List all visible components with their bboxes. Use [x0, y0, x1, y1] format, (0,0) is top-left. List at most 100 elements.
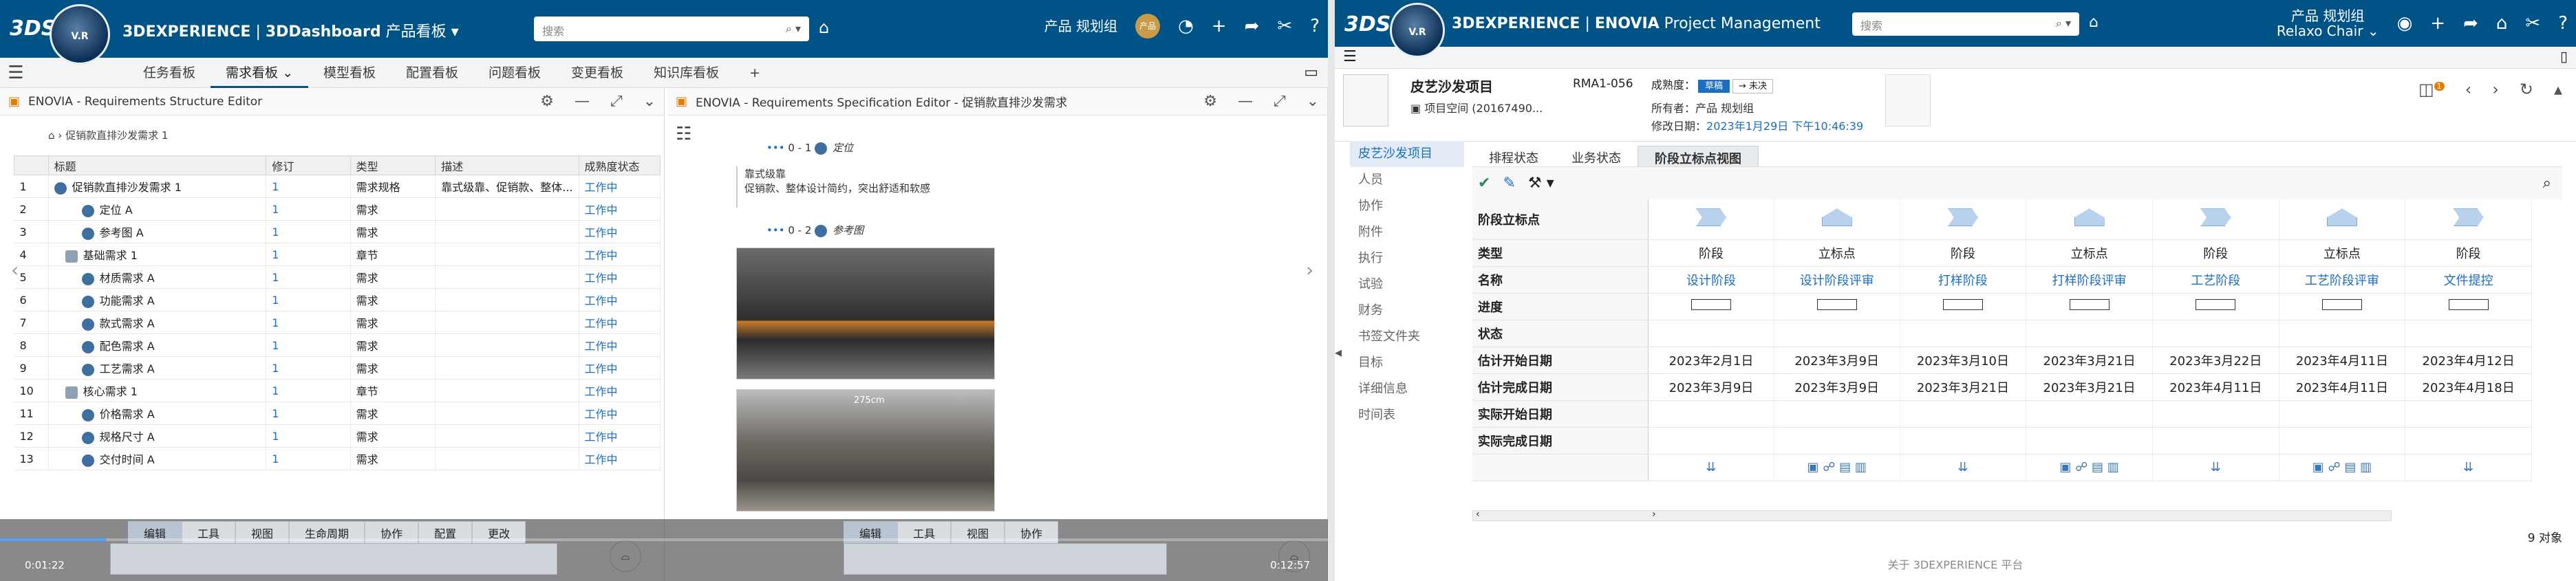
tab-1[interactable]: 需求看板 ⌄	[211, 58, 308, 88]
phase-icon[interactable]	[2200, 208, 2231, 227]
table-row[interactable]: 5 材质需求 A 1 需求 工作中	[14, 265, 661, 289]
secondary-thumbnail[interactable]	[1885, 74, 1931, 127]
chevron-down-icon[interactable]: ⌄	[1307, 93, 1319, 110]
search-icon[interactable]: ⌕ ▾	[2056, 17, 2071, 30]
search-icon[interactable]: ⌕	[2543, 175, 2551, 192]
name-cell[interactable]: 工艺阶段	[2152, 266, 2279, 294]
spec-item-2[interactable]: ••• 0 - 2 参考图	[766, 223, 863, 237]
refresh-icon[interactable]: ↻	[2520, 80, 2533, 99]
compass-button[interactable]: V.R	[50, 4, 110, 65]
collapse-up-icon[interactable]: ▴	[2554, 80, 2562, 99]
sidenav-item-4[interactable]: 执行	[1350, 245, 1464, 272]
gate-icon[interactable]	[2074, 208, 2105, 227]
add-tab-icon[interactable]: +	[734, 58, 775, 88]
tab-4[interactable]: 问题看板	[473, 58, 556, 88]
tools-icon[interactable]: ✂	[2525, 13, 2540, 34]
table-row[interactable]: 9 工艺需求 A 1 需求 工作中	[14, 356, 661, 380]
horizontal-scrollbar[interactable]: ‹ ›	[1472, 509, 2392, 521]
chevron-left-icon[interactable]: ‹	[11, 259, 19, 281]
actions-cell[interactable]: ⇊	[2152, 454, 2279, 481]
previous-icon[interactable]: ‹	[2465, 80, 2472, 99]
breadcrumb[interactable]: ⌂ › 促销款直排沙发需求 1	[48, 128, 168, 142]
gate-icon[interactable]	[2326, 208, 2357, 227]
col-title[interactable]: 标题	[47, 155, 267, 175]
search-input[interactable]: 搜索 ⌕ ▾	[534, 17, 809, 41]
phase-icon[interactable]	[1947, 208, 1978, 227]
tools-icon[interactable]: ✂	[1277, 16, 1292, 36]
avatar[interactable]: 产品	[1135, 14, 1161, 39]
sidenav-item-10[interactable]: 时间表	[1350, 402, 1464, 428]
next-icon[interactable]: ›	[2492, 80, 2499, 99]
menu-icon[interactable]: ☰	[1343, 48, 1357, 65]
actions-cell[interactable]: ▣ ☍ ▤ ▥	[2026, 454, 2153, 481]
approve-icon[interactable]: ✔	[1478, 175, 1490, 192]
add-icon[interactable]: +	[1212, 16, 1227, 36]
list-icon[interactable]: ☷	[676, 124, 691, 144]
table-row[interactable]: 11 价格需求 A 1 需求 工作中	[14, 402, 661, 425]
footer-link[interactable]: 关于 3DEXPERIENCE 平台	[1335, 556, 2576, 572]
notification-icon[interactable]: ◔	[1178, 16, 1194, 36]
tab-6[interactable]: 知识库看板	[638, 58, 734, 88]
tag-icon[interactable]: ⌂	[2089, 14, 2099, 31]
search-input[interactable]: 搜索 ⌕ ▾	[1852, 12, 2079, 36]
sidenav-item-5[interactable]: 试验	[1350, 272, 1464, 298]
phase-icon[interactable]	[2453, 208, 2484, 227]
col-desc[interactable]: 描述	[435, 155, 579, 175]
scroll-left-icon[interactable]: ‹	[1476, 509, 1480, 520]
chevron-right-icon[interactable]: ›	[1306, 259, 1313, 281]
user-settings-icon[interactable]: ⚙	[1203, 93, 1217, 110]
tab-2[interactable]: 模型看板	[308, 58, 391, 88]
tab-3[interactable]: 配置看板	[391, 58, 473, 88]
actions-cell[interactable]: ▣ ☍ ▤ ▥	[2279, 454, 2406, 481]
name-cell[interactable]: 设计阶段评审	[1774, 266, 1900, 294]
gate-icon[interactable]	[1821, 208, 1852, 227]
sidenav-item-1[interactable]: 人员	[1350, 167, 1464, 193]
maturity-state[interactable]: 草稿	[1698, 80, 1730, 93]
chat-icon[interactable]: ▭	[1304, 64, 1328, 81]
table-row[interactable]: 6 功能需求 A 1 需求 工作中	[14, 288, 661, 311]
actions-cell[interactable]: ▣ ☍ ▤ ▥	[1774, 454, 1900, 481]
name-cell[interactable]: 设计阶段	[1648, 266, 1774, 294]
phase-icon[interactable]	[1695, 208, 1726, 227]
chevron-down-icon[interactable]: ⌄	[643, 93, 656, 110]
home-icon[interactable]: ⌂	[2496, 13, 2508, 34]
col-state[interactable]: 成熟度状态	[578, 155, 661, 175]
search-icon[interactable]: ⌕ ▾	[786, 22, 801, 36]
actions-cell[interactable]: ⇊	[1648, 454, 1774, 481]
table-row[interactable]: 4 基础需求 1 1 章节 工作中	[14, 243, 661, 266]
col-type[interactable]: 类型	[350, 155, 436, 175]
sidenav-item-6[interactable]: 财务	[1350, 298, 1464, 324]
sidenav-item-8[interactable]: 目标	[1350, 350, 1464, 376]
col-rev[interactable]: 修订	[266, 155, 351, 175]
help-icon[interactable]: ?	[1310, 16, 1320, 36]
share-icon[interactable]: ➦	[2463, 13, 2478, 34]
tab-5[interactable]: 变更看板	[556, 58, 638, 88]
name-cell[interactable]: 打样阶段	[1900, 266, 2027, 294]
spec-item-1[interactable]: ••• 0 - 1 定位	[766, 140, 853, 155]
actions-cell[interactable]: ⇊	[1900, 454, 2027, 481]
name-cell[interactable]: 文件提控	[2405, 266, 2532, 294]
tab-0[interactable]: 任务看板	[128, 58, 211, 88]
menu-icon[interactable]: ☰	[0, 63, 32, 83]
name-cell[interactable]: 打样阶段评审	[2026, 266, 2153, 294]
table-row[interactable]: 7 款式需求 A 1 需求 工作中	[14, 311, 661, 334]
user-name[interactable]: 产品 规划组	[1044, 19, 1117, 34]
compass-button[interactable]: V.R	[1390, 3, 1445, 58]
object-thumbnail[interactable]	[1343, 74, 1388, 127]
scroll-right-icon[interactable]: ›	[1652, 509, 1656, 520]
action-bar-right[interactable]	[844, 543, 1167, 575]
maximize-icon[interactable]: ⤢	[1274, 93, 1286, 110]
action-bar-left[interactable]	[110, 543, 557, 575]
add-icon[interactable]: +	[2430, 13, 2445, 34]
sidenav-item-0[interactable]: 皮艺沙发项目	[1350, 141, 1464, 167]
collapse-nav-icon[interactable]: ◂	[1335, 344, 1342, 360]
table-row[interactable]: 8 配色需求 A 1 需求 工作中	[14, 333, 661, 357]
minimize-icon[interactable]: —	[1238, 93, 1253, 110]
collapse-icon[interactable]: ▯	[2560, 48, 2568, 65]
sidenav-item-2[interactable]: 协作	[1350, 193, 1464, 219]
spec-item-1-body[interactable]: 靠式级靠 促销款、整体设计简约，突出舒适和软感	[736, 166, 1280, 208]
settings-icon[interactable]: ⚒ ▾	[1528, 175, 1554, 192]
tag-icon[interactable]: ⌂	[819, 18, 829, 37]
actions-cell[interactable]: ⇊	[2405, 454, 2532, 481]
notification-icon[interactable]: ◫ 1	[2418, 80, 2445, 99]
